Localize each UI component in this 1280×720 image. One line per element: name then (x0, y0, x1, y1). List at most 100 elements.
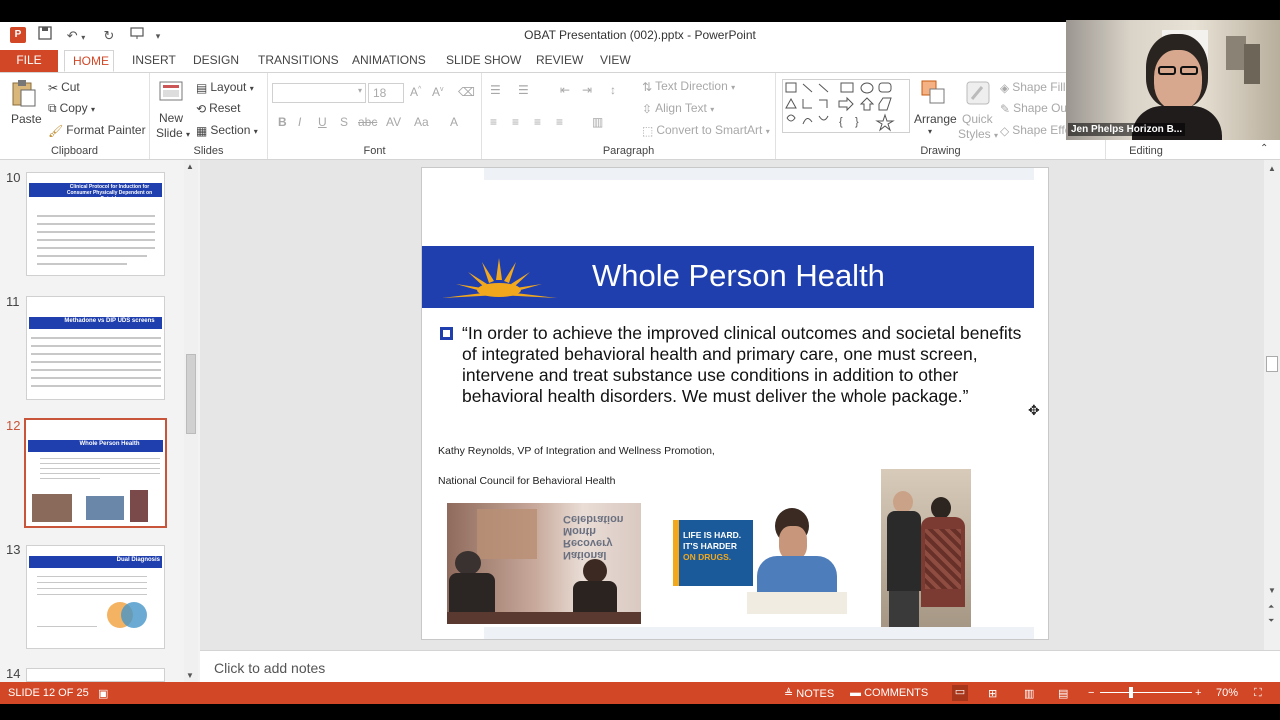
zoom-out-icon[interactable]: − (1088, 687, 1094, 699)
scroll-up-icon[interactable]: ▲ (186, 162, 194, 171)
normal-view-icon[interactable]: ▭ (952, 685, 968, 701)
arrange-button[interactable]: Arrange (914, 112, 957, 126)
tab-transitions[interactable]: TRANSITIONS (250, 50, 347, 72)
tab-insert[interactable]: INSERT (124, 50, 184, 72)
font-color-icon[interactable]: A (450, 115, 458, 129)
quick-styles-label2[interactable]: Styles ▾ (958, 127, 998, 141)
tab-view[interactable]: VIEW (592, 50, 639, 72)
undo-icon[interactable]: ↶ ▾ (62, 26, 90, 46)
shape-outline-button[interactable]: ✎ Shape Out (1000, 101, 1070, 116)
reset-button[interactable]: ⟲ Reset (196, 101, 240, 116)
cut-button[interactable]: ✂ Cut (48, 80, 80, 95)
shape-effects-button[interactable]: ◇ Shape Effe (1000, 123, 1071, 138)
paste-icon[interactable] (10, 79, 38, 107)
collapse-ribbon-icon[interactable]: ⌃ (1260, 143, 1268, 154)
quick-styles-icon[interactable] (964, 79, 992, 107)
thumbnail-slide-12-selected[interactable]: Whole Person Health (24, 418, 167, 528)
decrease-indent-icon[interactable]: ⇤ (560, 83, 570, 97)
save-icon[interactable] (36, 26, 54, 46)
tab-slide-show[interactable]: SLIDE SHOW (438, 50, 529, 72)
tab-home[interactable]: HOME (64, 50, 114, 72)
copy-button[interactable]: ⧉ Copy ▾ (48, 101, 95, 116)
justify-icon[interactable]: ≡ (556, 115, 563, 129)
thumbnail-slide-11[interactable]: Methadone vs DIP UDS screens (26, 296, 165, 400)
numbering-icon[interactable]: ☰ (518, 83, 529, 97)
bullets-icon[interactable]: ☰ (490, 83, 501, 97)
start-slideshow-icon[interactable] (128, 26, 146, 46)
clear-formatting-icon[interactable]: ⌫ (458, 85, 475, 99)
underline-icon[interactable]: U (318, 115, 327, 129)
zoom-slider-thumb[interactable] (1129, 687, 1133, 698)
change-case-icon[interactable]: Aa (414, 115, 429, 129)
zoom-slider[interactable] (1100, 692, 1192, 693)
shrink-font-icon[interactable]: Av (432, 85, 444, 99)
slide-title[interactable]: Whole Person Health (592, 258, 885, 294)
convert-smartart-button[interactable]: ⬚ Convert to SmartArt ▾ (642, 123, 770, 138)
notes-pane[interactable]: Click to add notes (200, 650, 1280, 682)
new-slide-label2[interactable]: Slide ▾ (156, 126, 190, 140)
align-left-icon[interactable]: ≡ (490, 115, 497, 129)
thumbnails-scrollbar[interactable]: ▲ ▼ (184, 160, 198, 682)
arrange-dropdown-icon[interactable]: ▾ (928, 127, 932, 136)
comments-toggle[interactable]: ▬ COMMENTS (850, 687, 928, 699)
align-text-button[interactable]: ⇳ Align Text ▾ (642, 101, 714, 116)
format-painter-button[interactable]: 🖌 Format Painter (48, 123, 146, 138)
font-size-box[interactable]: 18 (368, 83, 404, 103)
zoom-level[interactable]: 70% (1216, 687, 1238, 699)
line-spacing-icon[interactable]: ↕ (610, 83, 616, 97)
notes-toggle[interactable]: ≜ NOTES (784, 687, 834, 700)
new-slide-icon[interactable] (158, 79, 186, 107)
slide-scroll-thumb[interactable] (1266, 356, 1278, 372)
tab-design[interactable]: DESIGN (185, 50, 247, 72)
slide-quote[interactable]: “In order to achieve the improved clinic… (462, 323, 1032, 407)
slide-canvas[interactable]: Whole Person Health “In order to achieve… (421, 167, 1049, 640)
spell-check-icon[interactable]: ▣ (98, 687, 108, 700)
redo-icon[interactable]: ↻ (100, 26, 118, 46)
new-slide-label[interactable]: New (159, 111, 183, 125)
reading-view-icon[interactable]: ▥ (1024, 687, 1034, 700)
grow-font-icon[interactable]: A^ (410, 85, 421, 99)
slide-scroll-down-icon[interactable]: ▼ (1268, 586, 1276, 595)
section-button[interactable]: ▦ Section ▾ (196, 123, 258, 138)
align-center-icon[interactable]: ≡ (512, 115, 519, 129)
char-spacing-icon[interactable]: AV (386, 115, 401, 129)
shadow-icon[interactable]: S (340, 115, 348, 129)
slide-scroll-up-icon[interactable]: ▲ (1268, 164, 1276, 173)
life-is-hard-photo[interactable]: LIFE IS HARD. IT'S HARDER ON DRUGS. (667, 498, 853, 619)
next-slide-icon[interactable]: ⏷ (1268, 616, 1274, 626)
attribution-line-1[interactable]: Kathy Reynolds, VP of Integration and We… (438, 445, 715, 457)
zoom-in-icon[interactable]: + (1195, 687, 1201, 699)
scroll-down-icon[interactable]: ▼ (186, 671, 194, 680)
recovery-month-photo[interactable]: National Recovery Month Celebration (447, 503, 641, 624)
bold-icon[interactable]: B (278, 115, 287, 129)
notes-placeholder[interactable]: Click to add notes (214, 660, 325, 676)
two-women-photo[interactable] (881, 469, 971, 627)
text-direction-button[interactable]: ⇅ Text Direction ▾ (642, 79, 735, 94)
slide-sorter-icon[interactable]: ⊞ (988, 687, 997, 700)
thumbnail-slide-10[interactable]: Clinical Protocol for Induction for Cons… (26, 172, 165, 276)
paste-button[interactable]: Paste (11, 112, 42, 126)
attribution-line-2[interactable]: National Council for Behavioral Health (438, 475, 615, 487)
increase-indent-icon[interactable]: ⇥ (582, 83, 592, 97)
columns-icon[interactable]: ▥ (592, 115, 603, 129)
thumbnails-scroll-thumb[interactable] (186, 354, 196, 434)
arrange-icon[interactable] (920, 79, 948, 107)
customize-qat-icon[interactable]: ▾ (152, 26, 164, 46)
slide-scrollbar[interactable]: ▲ ▼ ⏶ ⏷ (1264, 160, 1280, 650)
fit-slide-icon[interactable]: ⛶ (1254, 687, 1262, 700)
italic-icon[interactable]: I (298, 115, 301, 129)
shape-fill-button[interactable]: ◈ Shape Fill (1000, 80, 1066, 95)
thumbnail-slide-14[interactable] (26, 668, 165, 682)
shapes-gallery[interactable]: {} (782, 79, 910, 133)
align-right-icon[interactable]: ≡ (534, 115, 541, 129)
video-participant-tile[interactable]: Jen Phelps Horizon B... (1066, 20, 1280, 140)
layout-button[interactable]: ▤ Layout ▾ (196, 80, 254, 95)
slideshow-view-icon[interactable]: ▤ (1058, 687, 1068, 700)
previous-slide-icon[interactable]: ⏶ (1268, 602, 1274, 612)
quick-styles-label[interactable]: Quick (962, 112, 993, 126)
tab-animations[interactable]: ANIMATIONS (344, 50, 434, 72)
strikethrough-icon[interactable]: abc (358, 115, 377, 129)
thumbnail-slide-13[interactable]: Dual Diagnosis (26, 545, 165, 649)
tab-review[interactable]: REVIEW (528, 50, 591, 72)
tab-file[interactable]: FILE (0, 50, 58, 72)
